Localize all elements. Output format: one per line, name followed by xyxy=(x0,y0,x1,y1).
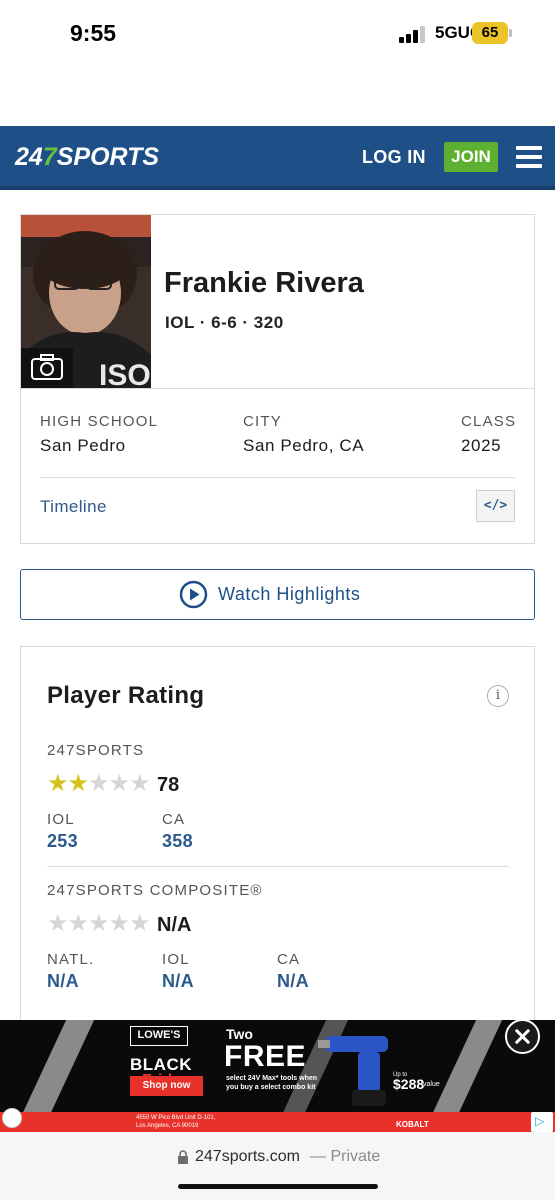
rank-label: IOL xyxy=(47,811,75,828)
logo-suffix: SPORTS xyxy=(56,143,160,171)
class-value: 2025 xyxy=(461,436,502,455)
247sports-rating-label: 247SPORTS xyxy=(47,742,145,759)
camera-icon xyxy=(31,354,63,380)
site-header: 247SPORTS LOG IN JOIN xyxy=(0,126,555,190)
player-rating-card: Player Rating i 247SPORTS ★ ★ ★ ★ ★ 78 IOL 2… xyxy=(20,646,535,1026)
camera-button[interactable] xyxy=(21,348,73,388)
adchoices-icon[interactable]: ▷ xyxy=(531,1112,553,1132)
private-label: — Private xyxy=(310,1148,381,1165)
ad-red-bar xyxy=(0,1112,555,1132)
rank-label: IOL xyxy=(162,951,190,968)
rank-value: N/A xyxy=(277,971,309,991)
watch-highlights-button[interactable]: Watch Highlights xyxy=(20,569,535,620)
rank-value: N/A xyxy=(162,971,194,991)
ad-free-text: FREE xyxy=(224,1040,307,1073)
star-rating: ★ ★ ★ ★ ★ xyxy=(47,770,151,797)
city-value: San Pedro, CA xyxy=(243,436,365,455)
ad-banner[interactable]: LOWE'S BLACK Friday Shop now Two FREE se… xyxy=(0,1020,555,1132)
star-empty-icon: ★ xyxy=(88,910,110,937)
ad-value-label: value xyxy=(423,1081,440,1088)
watch-highlights-label: Watch Highlights xyxy=(218,584,361,604)
composite-rating-label: 247SPORTS COMPOSITE® xyxy=(47,882,263,899)
divider xyxy=(47,866,509,867)
composite-score: N/A xyxy=(157,914,192,936)
player-profile-card: ISO Frankie Rivera IOL · 6-6 · 320 HIGH … xyxy=(20,214,535,544)
star-filled-icon: ★ xyxy=(47,770,69,797)
rank-label: NATL. xyxy=(47,951,95,968)
rank-value[interactable]: 253 xyxy=(47,831,78,852)
rank-value: N/A xyxy=(47,971,79,991)
battery-nub xyxy=(509,29,512,37)
player-photo[interactable]: ISO xyxy=(21,215,151,388)
ad-address: 4550 W Pico Blvd Unit D-101, Los Angeles… xyxy=(136,1114,215,1130)
rank-label: CA xyxy=(162,811,186,828)
browser-address-bar[interactable]: 247sports.com — Private xyxy=(0,1132,555,1200)
logo-seven: 7 xyxy=(42,143,57,171)
city-label: CITY xyxy=(243,413,282,430)
star-empty-icon: ★ xyxy=(108,910,131,937)
ad-kobalt-logo: KOBALT xyxy=(396,1120,429,1129)
svg-text:ISO: ISO xyxy=(99,359,151,388)
star-empty-icon: ★ xyxy=(88,770,110,797)
star-empty-icon: ★ xyxy=(129,910,151,937)
status-time: 9:55 xyxy=(70,20,117,46)
info-icon[interactable]: i xyxy=(487,685,509,707)
play-circle-icon xyxy=(179,580,208,609)
rank-label: CA xyxy=(277,951,301,968)
ad-address-line1: 4550 W Pico Blvd Unit D-101, xyxy=(136,1115,216,1121)
close-icon[interactable] xyxy=(505,1019,540,1054)
battery-icon: 65 xyxy=(472,22,508,44)
player-name: Frankie Rivera xyxy=(164,267,364,299)
site-logo[interactable]: 247SPORTS xyxy=(15,143,159,172)
ad-fine-print: select 24V Max* tools when you buy a sel… xyxy=(226,1075,318,1091)
url-text[interactable]: 247sports.com xyxy=(195,1148,300,1166)
ad-address-line2: Los Angeles, CA 90019 xyxy=(136,1123,199,1129)
247sports-score: 78 xyxy=(157,774,180,796)
star-empty-icon: ★ xyxy=(47,910,69,937)
signal-icon xyxy=(399,25,427,43)
status-bar: 9:55 5GUC 65 xyxy=(0,0,555,70)
rank-value[interactable]: 358 xyxy=(162,831,193,852)
divider xyxy=(40,477,515,478)
ad-price: $288 xyxy=(393,1076,425,1092)
logo-prefix: 24 xyxy=(15,143,43,171)
embed-code-button[interactable]: </> xyxy=(476,490,515,522)
home-indicator[interactable] xyxy=(178,1184,378,1189)
star-empty-icon: ★ xyxy=(108,770,131,797)
star-filled-icon: ★ xyxy=(67,770,90,797)
ad-lowes-logo: LOWE'S xyxy=(130,1026,188,1046)
star-empty-icon: ★ xyxy=(129,770,151,797)
class-label: CLASS xyxy=(461,413,517,430)
ad-shop-button[interactable]: Shop now xyxy=(130,1076,203,1096)
lock-icon xyxy=(178,1150,188,1164)
login-link[interactable]: LOG IN xyxy=(362,147,426,168)
hamburger-icon[interactable] xyxy=(516,146,542,168)
ad-store-badge-icon xyxy=(2,1108,22,1128)
high-school-label: HIGH SCHOOL xyxy=(40,413,159,430)
drill-product-image xyxy=(318,1036,388,1106)
star-empty-icon: ★ xyxy=(67,910,90,937)
player-position-size: IOL · 6-6 · 320 xyxy=(165,313,284,332)
rating-title: Player Rating xyxy=(47,682,205,709)
star-rating: ★ ★ ★ ★ ★ xyxy=(47,910,151,937)
high-school-value: San Pedro xyxy=(40,436,126,455)
timeline-link[interactable]: Timeline xyxy=(40,497,107,517)
divider xyxy=(21,388,534,389)
join-button[interactable]: JOIN xyxy=(444,142,498,172)
